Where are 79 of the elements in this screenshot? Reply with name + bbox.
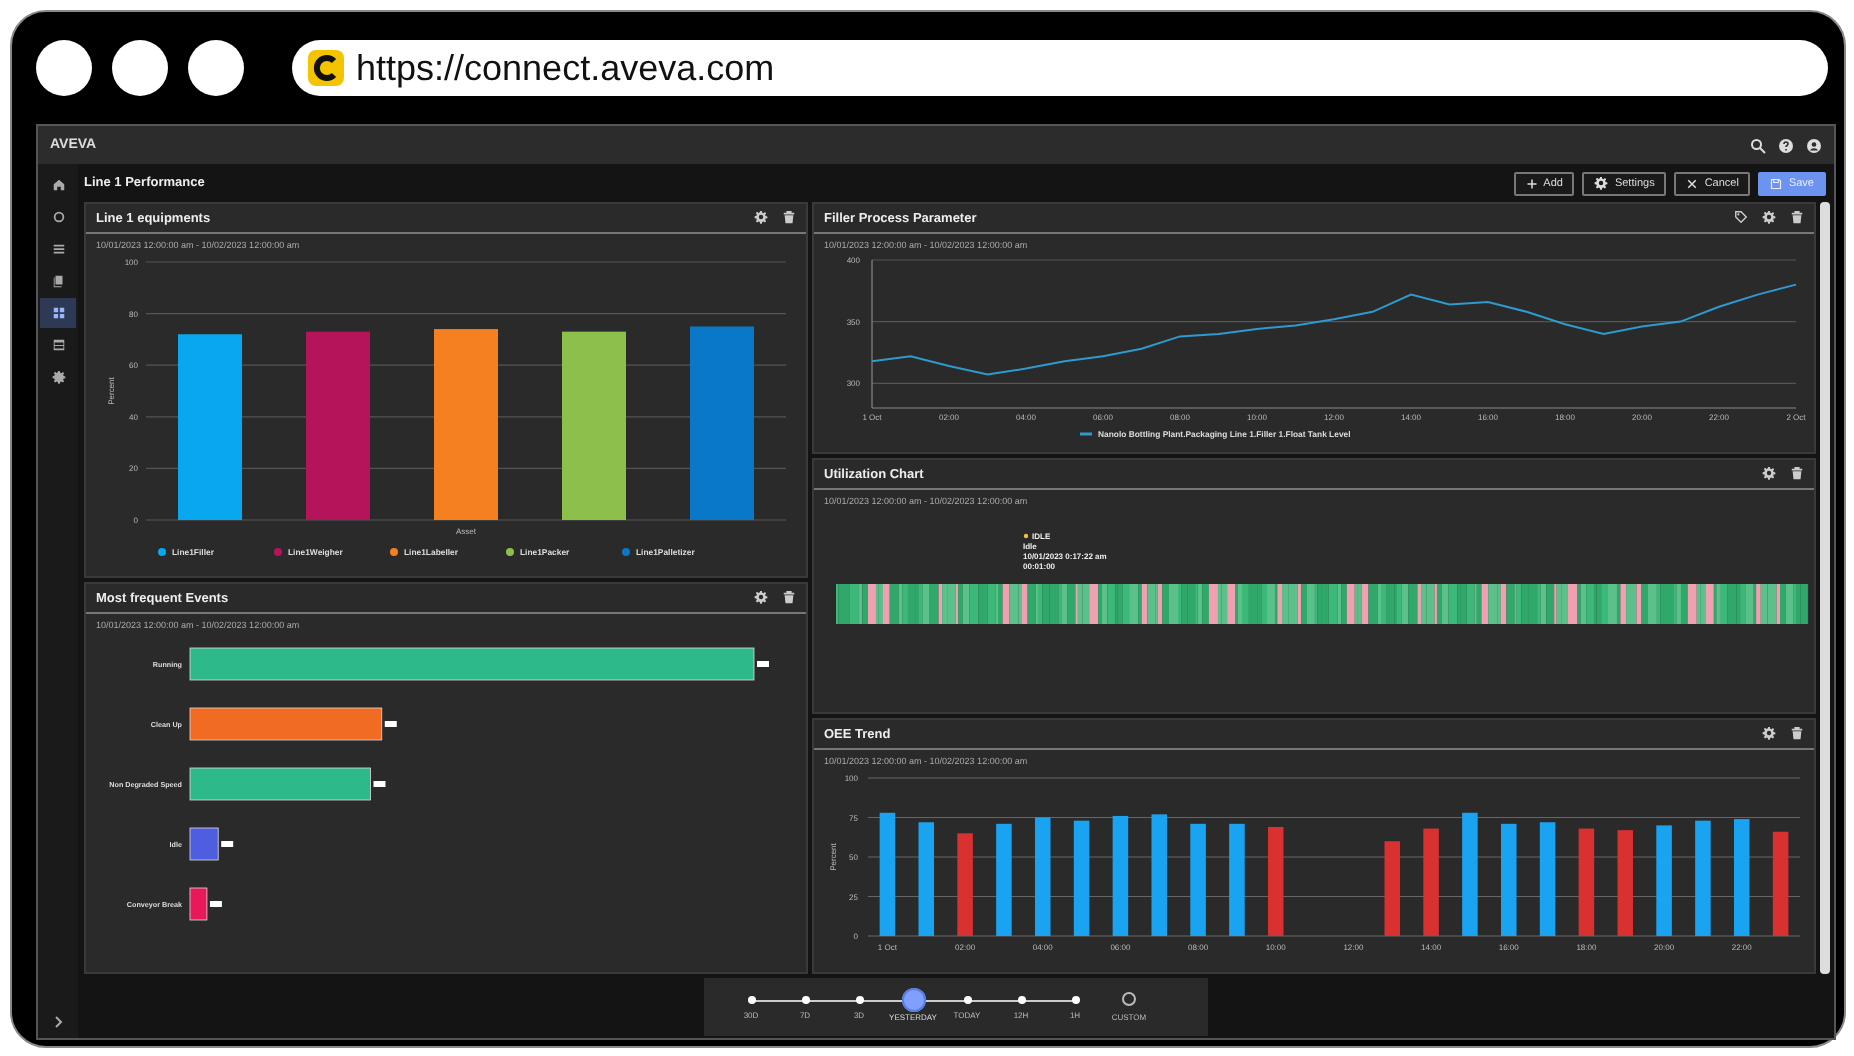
delete-button[interactable]	[782, 210, 798, 226]
gear-icon	[1762, 466, 1776, 480]
chevron-icon[interactable]	[50, 1014, 66, 1030]
copy-icon	[51, 274, 65, 288]
bar	[1384, 841, 1400, 936]
window-dot	[36, 40, 92, 96]
user-icon[interactable]	[1806, 137, 1822, 153]
close-icon	[1686, 177, 1699, 189]
bar	[1695, 820, 1711, 936]
scrollbar[interactable]	[1820, 202, 1830, 974]
bar	[1423, 828, 1439, 936]
bar	[1073, 820, 1090, 936]
settings-button[interactable]	[1762, 466, 1778, 482]
trash-icon	[782, 590, 796, 604]
bar	[918, 822, 934, 936]
settings-button[interactable]	[1762, 726, 1778, 742]
value-label-tag	[373, 781, 386, 787]
bar	[1462, 812, 1478, 936]
bar	[1617, 830, 1633, 936]
bar	[957, 833, 973, 936]
legend-swatch	[390, 548, 398, 556]
bar	[1229, 823, 1245, 936]
delete-button[interactable]	[1790, 726, 1806, 742]
settings-icon	[51, 370, 65, 384]
settings-icon	[1594, 176, 1609, 190]
gear-icon	[1762, 726, 1776, 740]
status-dot	[1023, 533, 1029, 539]
value-label-tag	[221, 841, 234, 847]
save-icon	[1770, 177, 1783, 189]
value-label-tag	[209, 901, 222, 907]
bar	[1035, 817, 1051, 936]
bar	[1734, 819, 1750, 936]
bar	[1190, 823, 1206, 936]
tag-icon	[1734, 210, 1748, 224]
grid-icon	[51, 306, 65, 320]
site-logo-icon	[308, 50, 344, 86]
bar	[1578, 828, 1595, 936]
list-icon	[51, 242, 65, 256]
bar	[879, 812, 896, 936]
delete-button[interactable]	[1790, 210, 1806, 226]
value-label-tag	[384, 721, 397, 727]
bar	[1656, 825, 1672, 936]
delete-button[interactable]	[1790, 466, 1806, 482]
table-icon	[51, 338, 65, 352]
legend-swatch	[158, 548, 166, 556]
bar	[1151, 814, 1167, 936]
home-icon	[51, 178, 65, 192]
settings-button[interactable]	[754, 590, 770, 606]
bar	[1539, 822, 1556, 936]
legend-swatch	[506, 548, 514, 556]
address-bar[interactable]: https://connect.aveva.com	[292, 40, 1828, 96]
trash-icon	[1790, 726, 1804, 740]
gear-icon	[754, 590, 768, 604]
value-label-tag	[757, 661, 769, 667]
gear-icon	[1762, 210, 1776, 224]
trash-icon	[1790, 466, 1804, 480]
bar	[189, 827, 219, 861]
window-dot	[112, 40, 168, 96]
bar	[1772, 831, 1789, 936]
url-text: https://connect.aveva.com	[356, 47, 775, 89]
trash-icon	[782, 210, 796, 224]
settings-button[interactable]	[754, 210, 770, 226]
gear-icon	[754, 210, 768, 224]
settings-button[interactable]	[1762, 210, 1778, 226]
help-icon[interactable]	[1778, 137, 1794, 153]
tag-button[interactable]	[1734, 210, 1750, 226]
trash-icon	[1790, 210, 1804, 224]
sidebar-item[interactable]	[40, 298, 76, 328]
plus-icon	[1525, 177, 1538, 189]
legend-swatch	[274, 548, 282, 556]
legend-swatch	[622, 548, 630, 556]
bar	[1501, 823, 1517, 936]
search-icon[interactable]	[1750, 137, 1766, 153]
bar	[189, 887, 208, 921]
bar	[1112, 815, 1129, 936]
bar	[996, 823, 1012, 936]
delete-button[interactable]	[782, 590, 798, 606]
bar	[1268, 827, 1284, 936]
window-dot	[188, 40, 244, 96]
